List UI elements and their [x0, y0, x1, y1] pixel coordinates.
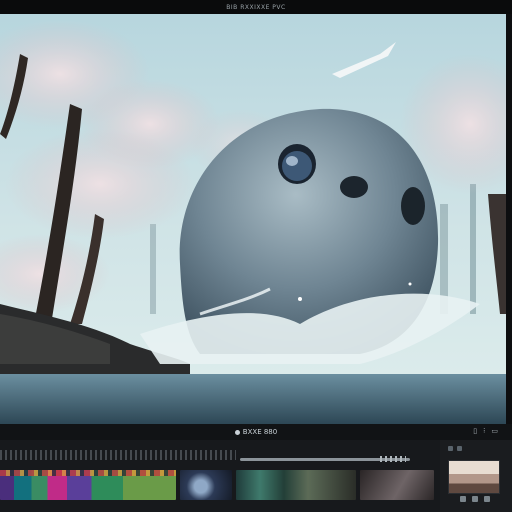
ruler-markers: [380, 456, 406, 462]
timeline-clip[interactable]: [0, 470, 176, 500]
video-viewer[interactable]: [0, 14, 506, 424]
more-options-icon[interactable]: ⁝: [483, 427, 485, 435]
fullscreen-icon[interactable]: ▭: [491, 427, 498, 435]
window-title: BIB RXXIXXE PVC: [226, 3, 286, 11]
menu-icon[interactable]: [448, 446, 453, 451]
timeline-clip[interactable]: [180, 470, 232, 500]
step-back-icon[interactable]: [460, 496, 466, 502]
video-track[interactable]: [0, 470, 440, 506]
source-thumbnail[interactable]: [448, 460, 500, 494]
timeline-clip[interactable]: [360, 470, 434, 500]
timeline-clip[interactable]: [236, 470, 356, 500]
window-title-bar: BIB RXXIXXE PVC: [0, 0, 512, 14]
timecode-display: BXXE 880: [234, 428, 278, 436]
settings-icon[interactable]: [457, 446, 462, 451]
transport-bar: BXXE 880 ▯ ⁝ ▭: [0, 424, 512, 440]
timeline-ruler[interactable]: [0, 444, 440, 464]
viewer-frame-image: [0, 14, 506, 424]
timeline-tool-strip[interactable]: [0, 450, 236, 460]
record-icon[interactable]: [234, 429, 240, 435]
source-preview-panel: [440, 440, 512, 512]
play-icon[interactable]: [472, 496, 478, 502]
step-forward-icon[interactable]: [484, 496, 490, 502]
timecode-text: BXXE 880: [242, 428, 278, 436]
viewer-mode-icon[interactable]: ▯: [473, 427, 477, 435]
timeline-panel: [0, 440, 512, 512]
